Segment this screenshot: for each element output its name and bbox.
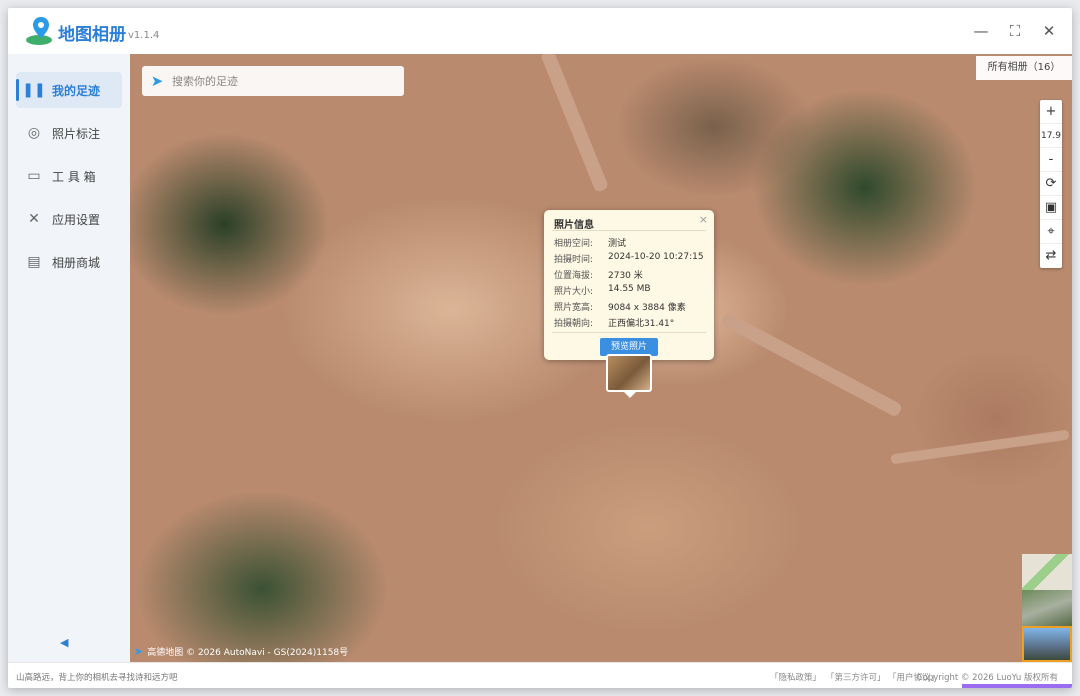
app-title: 地图相册 <box>58 25 126 45</box>
info-row: 拍摄朝向: 正西偏北31.41° <box>554 316 674 329</box>
popup-title: 照片信息 <box>554 220 594 231</box>
rotate-icon[interactable]: ⟳ <box>1040 172 1062 196</box>
info-value: 2730 米 <box>608 271 643 281</box>
info-key: 拍摄朝向: <box>554 319 594 329</box>
attribution-text: 高德地图 © 2026 AutoNavi - GS(2024)1158号 <box>147 648 349 658</box>
photo-info-popup: 照片信息 × 相册空间: 测试 拍摄时间: 2024-10-20 10:27:1… <box>544 210 714 367</box>
sidebar-item-label: 相册商城 <box>52 255 101 270</box>
search-input[interactable]: ➤ 搜索你的足迹 <box>142 66 404 96</box>
app-logo-icon <box>26 17 52 45</box>
satellite-map[interactable]: ➤ 搜索你的足迹 所有相册（16） + 17.9 - ⟳ ▣ ⌖ ⇄ 照片信息 … <box>130 54 1072 662</box>
divider <box>552 332 706 333</box>
sidebar-item-label: 应用设置 <box>52 212 101 227</box>
all-albums-button[interactable]: 所有相册（16） <box>976 56 1072 80</box>
app-window: 地图相册 v1.1.4 — ⛶ ✕ ❚❚ 我的足迹 ◎ 照片标注 ▭ 工 具 箱… <box>8 8 1072 688</box>
info-row: 位置海拔: 2730 米 <box>554 268 643 281</box>
collapse-sidebar-icon[interactable]: ◀ <box>60 636 68 649</box>
copyright-text: Copyright © 2026 LuoYu 版权所有 <box>916 673 1058 683</box>
map-road <box>890 429 1070 465</box>
photo-marker[interactable] <box>606 354 652 398</box>
wrench-icon: ✕ <box>28 211 40 227</box>
popup-close-icon[interactable]: × <box>699 213 708 226</box>
close-button[interactable]: ✕ <box>1038 20 1060 42</box>
search-placeholder: 搜索你的足迹 <box>172 75 238 88</box>
info-key: 拍摄时间: <box>554 255 594 265</box>
info-row: 拍摄时间: 2024-10-20 10:27:15 <box>554 252 704 265</box>
sidebar-item-label: 我的足迹 <box>52 83 101 98</box>
info-value: 测试 <box>608 239 627 249</box>
title-bar: 地图相册 v1.1.4 — ⛶ ✕ <box>8 8 1072 54</box>
info-value: 14.55 MB <box>608 284 651 294</box>
map-attribution: ➤ 高德地图 © 2026 AutoNavi - GS(2024)1158号 <box>134 645 348 658</box>
info-key: 照片大小: <box>554 287 594 297</box>
info-key: 相册空间: <box>554 239 594 249</box>
sidebar-item-label: 工 具 箱 <box>52 169 96 184</box>
info-key: 位置海拔: <box>554 271 594 281</box>
store-icon: ▤ <box>27 254 41 270</box>
footprint-icon: ❚❚ <box>22 82 46 98</box>
sidebar-item-settings[interactable]: ✕ 应用设置 <box>16 201 122 237</box>
third-party-license-link[interactable]: 「第三方许可」 <box>826 671 886 683</box>
map-style-thumbnails <box>1022 554 1072 662</box>
sidebar: ❚❚ 我的足迹 ◎ 照片标注 ▭ 工 具 箱 ✕ 应用设置 ▤ 相册商城 ◀ <box>8 54 130 662</box>
target-icon: ◎ <box>27 125 41 141</box>
info-row: 相册空间: 测试 <box>554 236 626 249</box>
standard-map-thumbnail[interactable] <box>1022 554 1072 590</box>
map-road <box>720 311 904 418</box>
sidebar-item-photo-tagging[interactable]: ◎ 照片标注 <box>16 115 122 151</box>
sidebar-item-label: 照片标注 <box>52 126 101 141</box>
sidebar-item-toolbox[interactable]: ▭ 工 具 箱 <box>16 158 122 194</box>
image-layer-icon[interactable]: ▣ <box>1040 196 1062 220</box>
minimize-button[interactable]: — <box>970 20 992 42</box>
paper-plane-icon: ➤ <box>150 72 164 90</box>
sidebar-item-store[interactable]: ▤ 相册商城 <box>16 244 122 280</box>
street-view-thumbnail[interactable] <box>1022 626 1072 662</box>
status-bar: 山高路远，背上你的相机去寻找诗和远方吧 「隐私政策」 「第三方许可」 「用户协议… <box>8 662 1072 688</box>
maximize-button[interactable]: ⛶ <box>1004 20 1026 42</box>
info-value: 9084 x 3884 像素 <box>608 303 686 313</box>
toolbox-icon: ▭ <box>27 168 41 184</box>
swap-icon[interactable]: ⇄ <box>1040 244 1062 268</box>
zoom-level: 17.9 <box>1040 124 1062 148</box>
accent-bar <box>962 684 1072 688</box>
info-row: 照片大小: 14.55 MB <box>554 284 651 297</box>
zoom-in-button[interactable]: + <box>1040 100 1062 124</box>
app-version: v1.1.4 <box>128 30 160 41</box>
info-row: 照片宽高: 9084 x 3884 像素 <box>554 300 686 313</box>
sidebar-item-footprints[interactable]: ❚❚ 我的足迹 <box>16 72 122 108</box>
info-value: 正西偏北31.41° <box>608 319 675 329</box>
map-toolbar: + 17.9 - ⟳ ▣ ⌖ ⇄ <box>1040 100 1062 268</box>
satellite-map-thumbnail[interactable] <box>1022 590 1072 626</box>
divider <box>552 230 706 231</box>
info-value: 2024-10-20 10:27:15 <box>608 252 704 262</box>
paper-plane-icon: ➤ <box>134 645 144 658</box>
zoom-out-button[interactable]: - <box>1040 148 1062 172</box>
status-slogan: 山高路远，背上你的相机去寻找诗和远方吧 <box>16 673 178 683</box>
privacy-policy-link[interactable]: 「隐私政策」 <box>770 671 821 683</box>
map-road <box>540 54 610 194</box>
locate-icon[interactable]: ⌖ <box>1040 220 1062 244</box>
info-key: 照片宽高: <box>554 303 594 313</box>
